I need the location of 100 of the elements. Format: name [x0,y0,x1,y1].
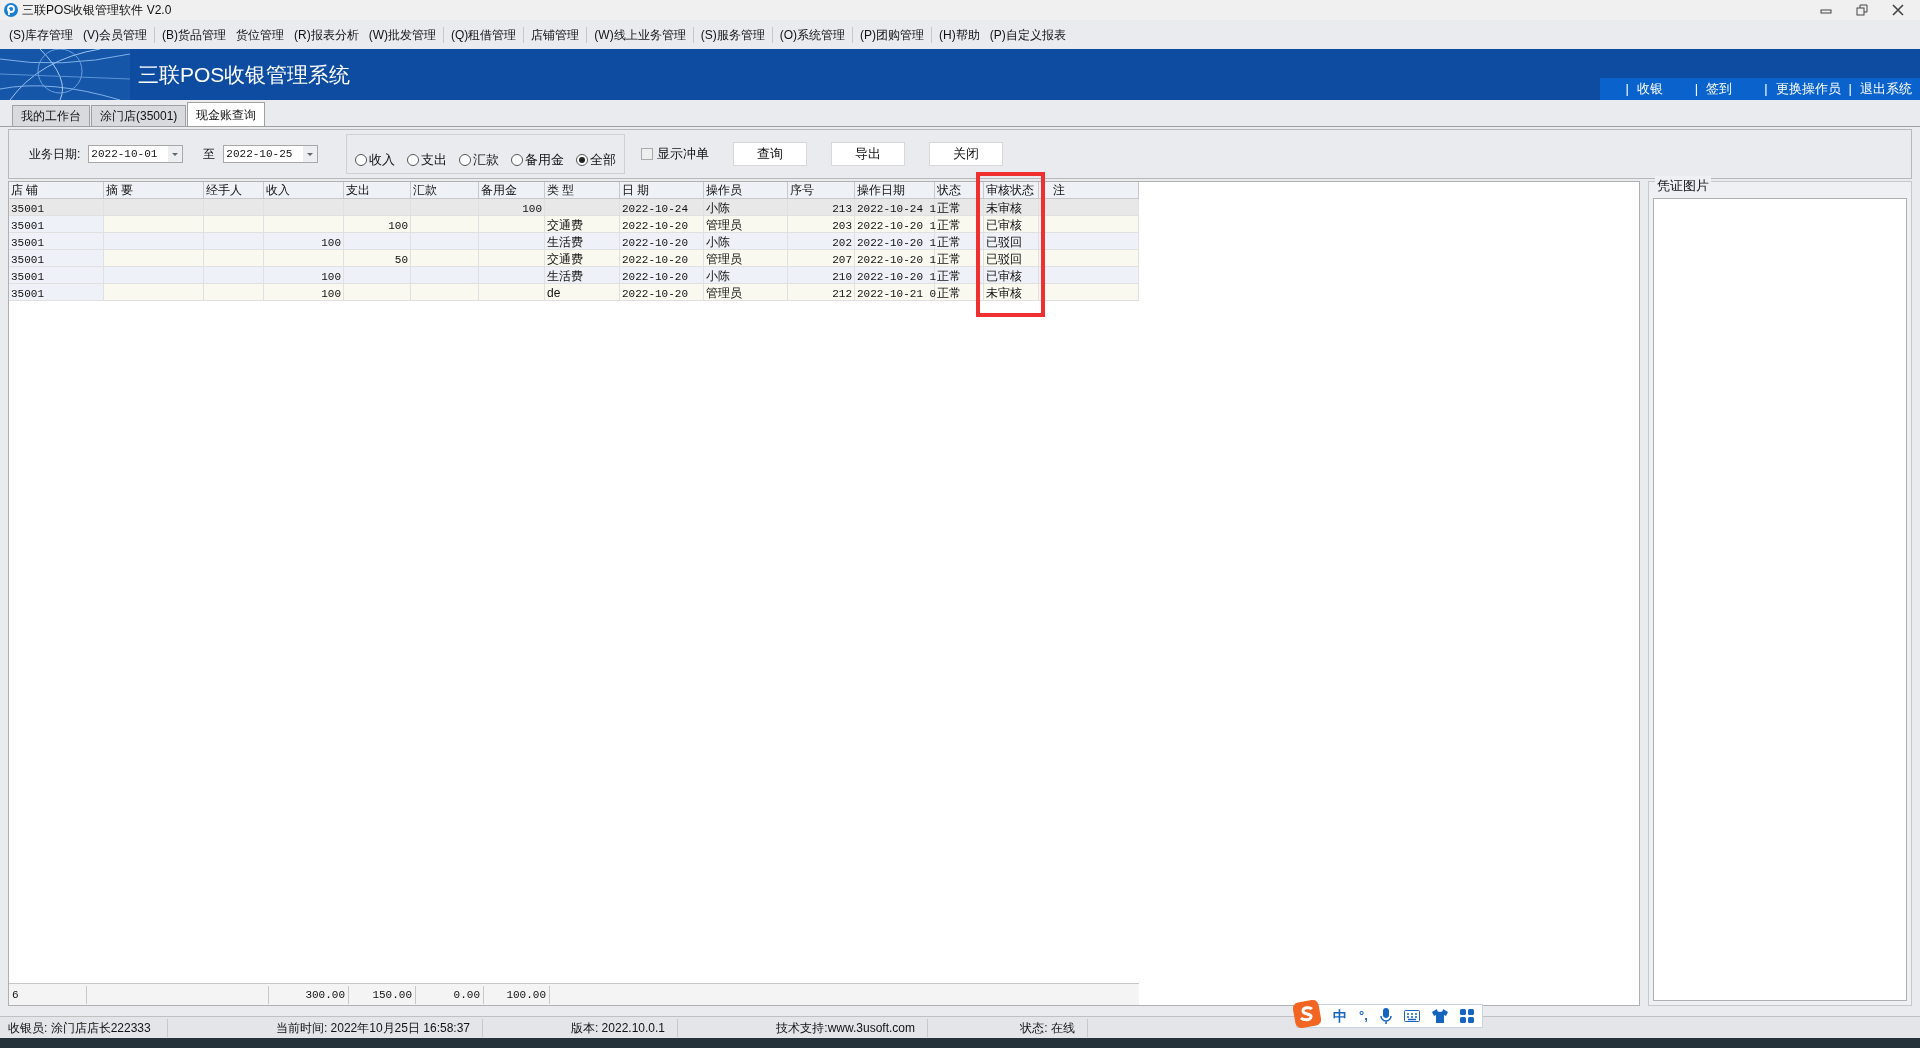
checkbox-label[interactable]: 显示冲单 [657,144,710,164]
table-cell: 2022-10-20 1 [857,237,937,249]
shirt-icon[interactable] [1431,1009,1448,1023]
table-cell: 2022-10-24 [622,203,688,215]
header-link[interactable]: 签到 [1706,79,1757,99]
total-cell: 6 [12,988,19,1001]
status-item: 技术支持:www.3usoft.com [776,1019,915,1037]
column-header[interactable]: 备用金 [479,182,545,198]
date-from-field[interactable]: 2022-10-01 [88,145,184,163]
menu-item[interactable]: (P)团购管理 [855,25,929,44]
toolbar-button[interactable]: 关闭 [929,142,1004,166]
table-row[interactable]: 35001 100 生活费 2022-10-20 小陈 202 2022-10-20 1正常 已驳回 [9,233,1139,250]
column-header[interactable]: 注 [1039,182,1139,198]
microphone-icon[interactable] [1379,1008,1392,1024]
link-separator: | [1694,80,1699,99]
menu-item[interactable]: (W)批发管理 [363,25,441,44]
table-cell: 正常 [937,201,961,215]
table-cell: 100 [388,220,408,232]
table-cell: 35001 [11,237,44,249]
table-cell: 2022-10-24 1 [857,203,937,215]
menu-item[interactable]: (V)会员管理 [78,25,152,44]
to-label: 至 [203,146,216,163]
close-icon[interactable] [1892,4,1904,16]
tab[interactable]: 涂门店(35001) [91,105,187,126]
table-cell: 2022-10-20 1 [857,220,937,232]
menu-item[interactable]: (P)自定义报表 [984,25,1071,44]
header-link[interactable]: 退出系统 [1860,79,1912,99]
menu-item[interactable]: (S)服务管理 [695,25,770,44]
table-cell: 100 [321,288,341,300]
keyboard-icon[interactable] [1403,1010,1420,1022]
radio-button[interactable] [459,154,472,166]
table-row[interactable]: 35001 100 生活费 2022-10-20 小陈 210 2022-10-20 1正常 已审核 [9,267,1139,284]
menu-item[interactable]: (S)库存管理 [4,25,78,44]
table-cell: 2022-10-20 1 [857,271,937,283]
toolbar-button[interactable]: 查询 [733,142,808,166]
system-title: 三联POS收银管理系统 [138,61,351,88]
menu-item[interactable]: (O)系统管理 [774,25,850,44]
ime-punctuation[interactable]: °, [1359,1006,1368,1026]
column-header[interactable]: 汇款 [411,182,479,198]
window-title: 三联POS收银管理软件 V2.0 [22,2,172,19]
column-header[interactable]: 操作日期 [855,182,935,198]
table-cell: 管理员 [706,286,742,300]
tab[interactable]: 现金账查询 [187,102,266,126]
radio-label[interactable]: 汇款 [473,150,500,170]
table-cell: 35001 [11,271,44,283]
ime-mode[interactable]: 中 [1333,1005,1347,1027]
table-cell: 已审核 [986,218,1022,232]
grid-icon[interactable] [1459,1009,1474,1023]
ime-logo-icon[interactable] [1293,1000,1321,1028]
menu-item[interactable]: (Q)租借管理 [446,25,522,44]
radio-label[interactable]: 全部 [590,150,617,170]
toolbar-button[interactable]: 导出 [831,142,906,166]
table-row[interactable]: 35001 100 交通费 2022-10-20 管理员 203 2022-10-20 1正常 已审核 [9,216,1139,233]
menu-item[interactable]: 货位管理 [231,25,289,44]
date-to-field[interactable]: 2022-10-25 [223,145,319,163]
radio-button[interactable] [511,154,524,166]
menu-item[interactable]: (H)帮助 [934,25,985,44]
column-header[interactable]: 经手人 [204,182,264,198]
table-cell: 203 [832,220,852,232]
column-header[interactable]: 店 铺 [9,182,104,198]
radio-label[interactable]: 收入 [369,150,396,170]
table-cell: 已驳回 [986,235,1022,249]
table-cell: 正常 [937,252,961,266]
radio-label[interactable]: 支出 [421,150,448,170]
column-header[interactable]: 序号 [788,182,855,198]
radio-button[interactable] [407,154,420,166]
tab[interactable]: 我的工作台 [12,105,90,126]
radio-button[interactable] [576,154,589,166]
status-item: 当前时间: 2022年10月25日 16:58:37 [275,1019,470,1037]
menu-item[interactable]: (R)报表分析 [289,25,364,44]
radio-label[interactable]: 备用金 [525,150,565,170]
radio-button[interactable] [355,154,368,166]
table-cell: 2022-10-21 0 [857,288,937,300]
table-cell: 小陈 [706,201,730,215]
header-link[interactable]: 更换操作员 [1775,79,1841,99]
header-link[interactable]: 收银 [1636,79,1687,99]
table-row[interactable]: 35001 50 交通费 2022-10-20 管理员 207 2022-10-20 1正常 已驳回 [9,250,1139,267]
column-header[interactable]: 操作员 [704,182,788,198]
column-header[interactable]: 状态 [935,182,984,198]
table-cell: 管理员 [706,252,742,266]
column-header[interactable]: 审核状态 [984,182,1039,198]
status-item: 状态: 在线 [1020,1019,1075,1037]
column-header[interactable]: 日 期 [620,182,704,198]
menu-item[interactable]: (B)货品管理 [157,25,231,44]
menu-item[interactable]: 店铺管理 [526,25,585,44]
table-cell: 2022-10-20 [622,220,688,232]
date-label: 业务日期: [29,146,81,163]
restore-icon[interactable] [1856,4,1868,16]
table-cell: de [547,286,561,300]
column-header[interactable]: 收入 [264,182,344,198]
table-cell: 小陈 [706,235,730,249]
table-row[interactable]: 35001 100 de 2022-10-20 管理员 212 2022-10-21 0正常 未审核 [9,284,1139,301]
column-header[interactable]: 摘 要 [104,182,204,198]
menu-item[interactable]: (W)线上业务管理 [589,25,691,44]
total-cell: 150.00 [372,988,412,1001]
table-row[interactable]: 35001 100 2022-10-24 小陈 213 2022-10-24 1正常 未审核 [9,199,1139,216]
column-header[interactable]: 类 型 [545,182,620,198]
table-cell: 210 [832,271,852,283]
checkbox[interactable] [641,148,654,160]
column-header[interactable]: 支出 [344,182,411,198]
